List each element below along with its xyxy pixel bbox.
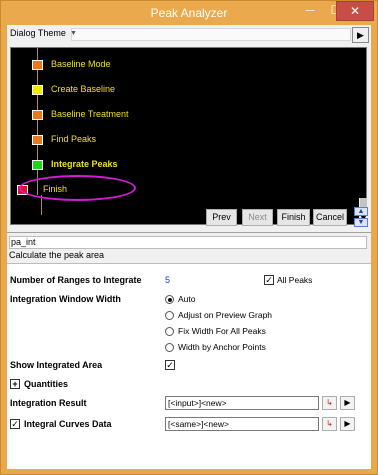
width-option-auto-label: Auto <box>178 294 196 304</box>
all-peaks-label: All Peaks <box>277 275 313 285</box>
dialog-theme-combo[interactable] <box>71 28 351 41</box>
result-menu-button[interactable]: ▶ <box>340 396 355 410</box>
pick-curves-button[interactable]: ↳ <box>322 417 337 431</box>
step-baseline-treatment[interactable]: Baseline Treatment <box>51 109 129 119</box>
width-option-anchor-radio[interactable] <box>165 343 174 352</box>
peak-analyzer-window: Peak Analyzer ─ ☐ ✕ Dialog Theme ▼ ▶ Bas… <box>0 0 378 475</box>
width-option-fix-radio[interactable] <box>165 327 174 336</box>
chevron-down-icon[interactable]: ▼ <box>354 218 368 227</box>
integral-curves-label: Integral Curves Data <box>24 419 112 429</box>
wizard-flowchart: Baseline Mode Create Baseline Baseline T… <box>10 47 368 225</box>
step-indicator-create-baseline <box>32 85 43 95</box>
integral-curves-checkbox[interactable]: ✓ <box>10 419 20 429</box>
quantities-label[interactable]: Quantities <box>24 379 68 389</box>
step-integrate-peaks[interactable]: Integrate Peaks <box>51 159 118 169</box>
cancel-button[interactable]: Cancel <box>313 209 347 226</box>
title-bar: Peak Analyzer ─ ☐ ✕ <box>1 1 377 25</box>
step-baseline-mode[interactable]: Baseline Mode <box>51 59 111 69</box>
width-option-fix-label: Fix Width For All Peaks <box>178 326 266 336</box>
integration-result-label: Integration Result <box>10 398 87 408</box>
divider <box>7 232 371 233</box>
step-create-baseline[interactable]: Create Baseline <box>51 84 115 94</box>
width-option-adjust-label: Adjust on Preview Graph <box>178 310 273 320</box>
show-area-label: Show Integrated Area <box>10 360 103 370</box>
width-option-adjust-radio[interactable] <box>165 311 174 320</box>
curves-menu-button[interactable]: ▶ <box>340 417 355 431</box>
theme-menu-button[interactable]: ▶ <box>352 27 369 43</box>
step-indicator-integrate-peaks <box>32 160 43 170</box>
minimize-button[interactable]: ─ <box>297 1 323 21</box>
current-step-highlight <box>19 175 136 201</box>
chevron-up-icon[interactable]: ▲ <box>354 207 368 216</box>
ranges-value[interactable]: 5 <box>165 275 170 285</box>
finish-button[interactable]: Finish <box>277 209 310 226</box>
step-indicator-baseline-treatment <box>32 110 43 120</box>
step-indicator-baseline-mode <box>32 60 43 70</box>
expand-icon[interactable]: + <box>10 379 20 389</box>
dialog-client-area: Dialog Theme ▼ ▶ Baseline Mode Create Ba… <box>7 25 371 469</box>
pick-icon: ↳ <box>326 398 333 407</box>
page-description: Calculate the peak area <box>9 250 105 260</box>
chevron-down-icon[interactable]: ▼ <box>70 30 77 37</box>
integration-result-input[interactable]: [<input>]<new> <box>165 396 319 410</box>
page-nav-arrows: ▲ ▼ <box>354 207 369 229</box>
width-option-anchor-label: Width by Anchor Points <box>178 342 266 352</box>
dialog-theme-label: Dialog Theme <box>10 28 66 38</box>
flow-connector <box>37 48 38 195</box>
window-width-label: Integration Window Width <box>10 294 121 304</box>
pick-icon: ↳ <box>326 419 333 428</box>
all-peaks-checkbox[interactable]: ✓ <box>264 275 274 285</box>
ranges-label: Number of Ranges to Integrate <box>10 275 142 285</box>
prev-button[interactable]: Prev <box>206 209 237 226</box>
next-button[interactable]: Next <box>242 209 273 226</box>
show-area-checkbox[interactable]: ✓ <box>165 360 175 370</box>
step-find-peaks[interactable]: Find Peaks <box>51 134 96 144</box>
settings-panel: Number of Ranges to Integrate 5 ✓ All Pe… <box>7 263 371 469</box>
page-id-field: pa_int <box>9 236 367 249</box>
step-indicator-find-peaks <box>32 135 43 145</box>
close-button[interactable]: ✕ <box>336 1 374 21</box>
integral-curves-input[interactable]: [<same>]<new> <box>165 417 319 431</box>
pick-output-button[interactable]: ↳ <box>322 396 337 410</box>
width-option-auto-radio[interactable] <box>165 295 174 304</box>
radio-selected-dot <box>168 298 172 302</box>
